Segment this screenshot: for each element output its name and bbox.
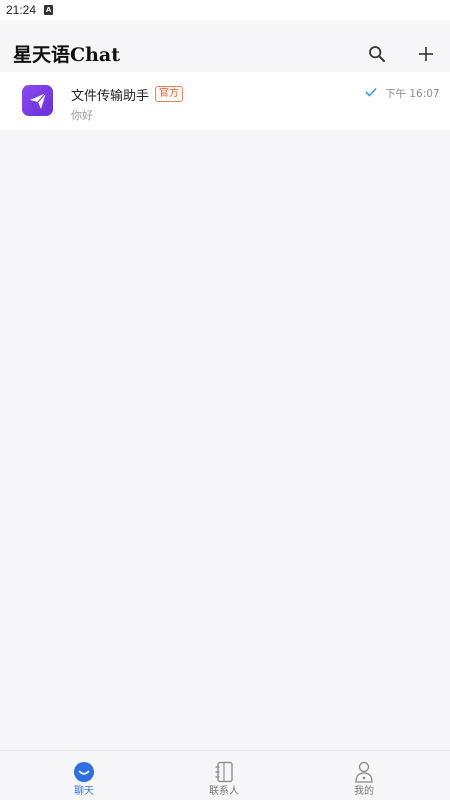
official-badge: 官方 bbox=[155, 86, 183, 102]
contacts-book-icon bbox=[215, 761, 233, 783]
status-time: 21:24 bbox=[6, 3, 37, 17]
chat-name: 文件传输助手 bbox=[71, 89, 150, 104]
chat-preview: 你好 bbox=[71, 109, 93, 122]
app-screen: 21:24 A 星天语Chat 文件传输助手 官方 你好 下午 16:07 聊天… bbox=[0, 0, 450, 800]
chat-item-file-transfer[interactable]: 文件传输助手 官方 你好 下午 16:07 bbox=[0, 72, 450, 130]
user-profile-icon bbox=[355, 761, 373, 783]
paper-plane-icon bbox=[29, 92, 46, 109]
avatar bbox=[22, 85, 53, 116]
search-icon bbox=[369, 46, 385, 62]
plus-icon bbox=[419, 47, 433, 61]
bottom-nav: 聊天 联系人 我的 bbox=[0, 750, 450, 800]
tab-chat[interactable]: 聊天 bbox=[54, 751, 114, 800]
app-header: 星天语Chat bbox=[0, 20, 450, 72]
tab-chat-label: 聊天 bbox=[74, 786, 94, 797]
tab-contacts-label: 联系人 bbox=[209, 786, 239, 797]
search-button[interactable] bbox=[363, 40, 391, 68]
tab-me[interactable]: 我的 bbox=[334, 751, 394, 800]
chat-list: 文件传输助手 官方 你好 下午 16:07 bbox=[0, 72, 450, 130]
chat-bubble-icon bbox=[74, 762, 94, 782]
tab-contacts[interactable]: 联系人 bbox=[194, 751, 254, 800]
status-bar: 21:24 A bbox=[0, 0, 450, 20]
notification-a-icon: A bbox=[44, 5, 54, 15]
chat-time: 下午 16:07 bbox=[385, 88, 440, 100]
page-title: 星天语Chat bbox=[13, 44, 121, 66]
read-check-icon bbox=[365, 87, 377, 97]
tab-me-label: 我的 bbox=[354, 786, 374, 797]
add-button[interactable] bbox=[412, 40, 440, 68]
